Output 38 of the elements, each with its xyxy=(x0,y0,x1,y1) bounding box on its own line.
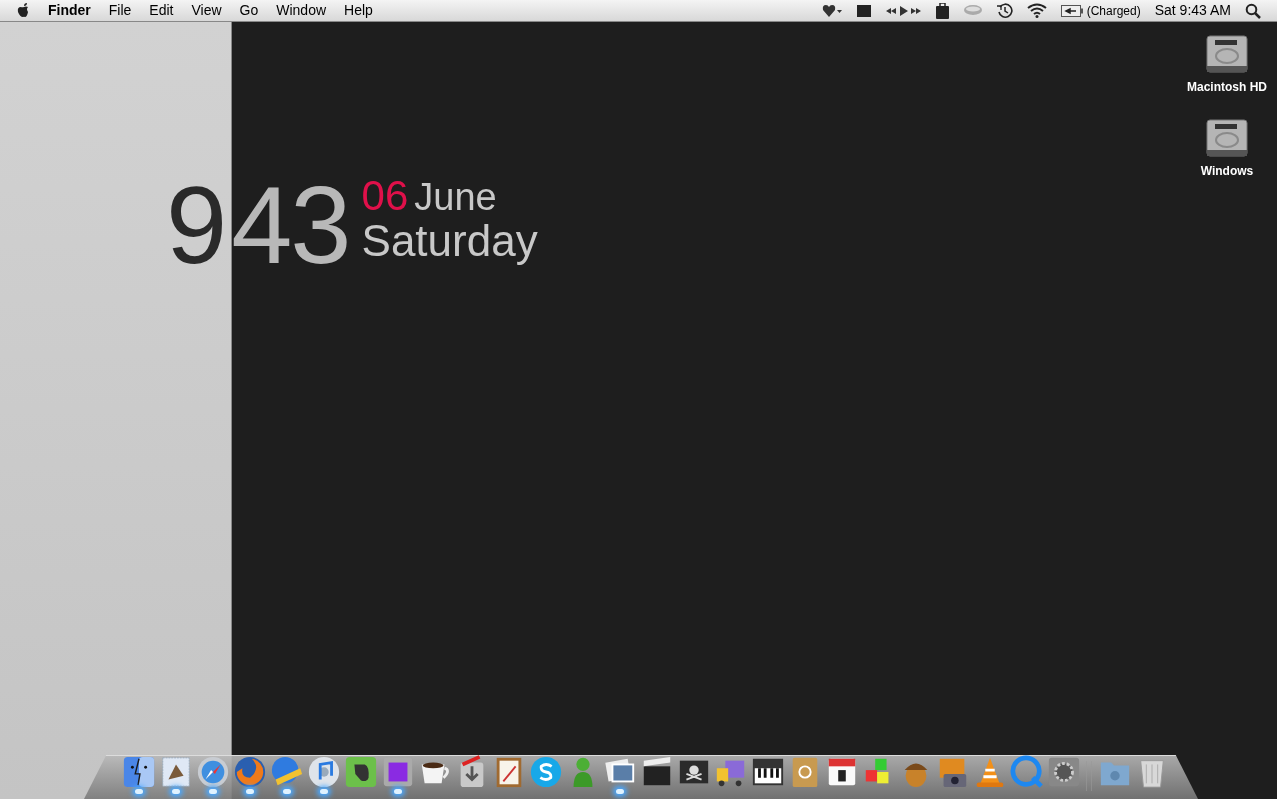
square-icon[interactable] xyxy=(855,3,872,18)
menu-item[interactable]: Window xyxy=(276,0,327,21)
menu-item[interactable]: Edit xyxy=(149,0,174,21)
menu-item[interactable]: Finder xyxy=(48,0,91,21)
running-indicator-icon xyxy=(134,789,143,794)
running-indicator-icon xyxy=(319,789,328,794)
clock-day: 06 xyxy=(361,174,409,219)
running-indicator-icon xyxy=(245,789,254,794)
search-icon[interactable] xyxy=(1245,2,1261,19)
time-machine-icon[interactable] xyxy=(996,2,1013,19)
clock-month: June xyxy=(414,178,497,218)
clock-minutes: 43 xyxy=(231,170,350,280)
q-logo-icon[interactable] xyxy=(1009,755,1044,789)
media-controls-icon[interactable] xyxy=(885,5,922,16)
running-indicator-icon xyxy=(171,789,180,794)
clipboard-icon[interactable] xyxy=(935,2,949,19)
running-indicator-icon xyxy=(615,789,624,794)
clock-hour: 9 xyxy=(166,170,226,280)
desktop-icon-label[interactable]: Windows xyxy=(1200,162,1254,180)
menu-item[interactable]: View xyxy=(191,0,222,21)
fox-globe-icon[interactable] xyxy=(232,755,267,789)
menu-item[interactable]: File xyxy=(108,0,132,21)
hard-drive-icon xyxy=(1205,116,1249,160)
wifi-icon[interactable] xyxy=(1026,3,1047,18)
hard-drive-icon xyxy=(1205,32,1249,76)
battery-plug-icon[interactable] xyxy=(1060,4,1083,17)
running-indicator-icon xyxy=(208,789,217,794)
desktop-icon-label[interactable]: Macintosh HD xyxy=(1187,78,1267,96)
heart-dropdown-icon[interactable] xyxy=(821,3,842,18)
clock-weekday: Saturday xyxy=(361,218,538,265)
menu-item[interactable]: Help xyxy=(344,0,373,21)
running-indicator-icon xyxy=(393,789,402,794)
menu-item[interactable]: Go xyxy=(239,0,259,21)
running-indicator-icon xyxy=(282,789,291,794)
chat-s-icon[interactable] xyxy=(528,755,563,789)
compass-icon[interactable] xyxy=(195,755,230,789)
menu-clock[interactable]: Sat 9:43 AM xyxy=(1154,0,1231,21)
battery-status: (Charged) xyxy=(1086,2,1141,20)
